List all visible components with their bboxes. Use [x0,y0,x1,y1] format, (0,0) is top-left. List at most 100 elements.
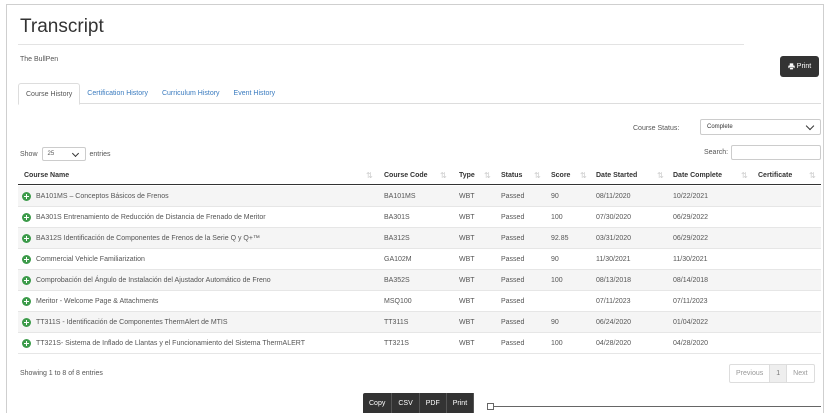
cell-date-complete: 10/22/2021 [673,193,709,200]
sort-icon[interactable]: ⇅ [580,171,587,180]
sort-icon[interactable]: ⇅ [534,171,541,180]
table-row[interactable]: BA312S Identificación de Componentes de … [18,228,821,249]
chevron-down-icon [805,121,815,131]
cell-type: WBT [459,319,475,326]
cell-date-started: 07/11/2023 [596,298,631,305]
cell-score: 92.85 [551,235,569,242]
table-row[interactable]: TT321S- Sistema de Inflado de Llantas y … [18,333,821,354]
column-header-certificate[interactable]: Certificate [758,165,792,185]
expand-row-icon[interactable] [22,339,31,348]
cell-status: Passed [501,298,525,305]
expand-row-icon[interactable] [22,318,31,327]
search-input[interactable] [731,145,821,160]
sort-icon[interactable]: ⇅ [741,171,748,180]
sort-icon[interactable]: ⇅ [366,171,373,180]
cell-date-complete: 01/04/2022 [673,319,709,326]
pdf-button[interactable]: PDF [419,393,447,413]
show-label: Show [20,150,38,158]
search-label: Search: [704,149,729,156]
cell-status: Passed [501,319,525,326]
expand-row-icon[interactable] [22,234,31,243]
cell-course-code: GA102M [384,256,412,263]
cell-status: Passed [501,340,525,347]
column-header-status[interactable]: Status [501,165,522,185]
cell-date-started: 06/24/2020 [596,319,632,326]
cell-status: Passed [501,256,525,263]
page-subtitle: The BullPen [20,56,59,63]
pagination-page-1[interactable]: 1 [770,365,788,382]
export-print-button[interactable]: Print [446,393,475,413]
cell-course-name: TT321S- Sistema de Inflado de Llantas y … [36,340,305,347]
page-length-control: Show 25 entries [20,147,111,161]
cell-score: 100 [551,277,563,284]
print-button-label: Print [796,63,812,70]
expand-row-icon[interactable] [22,276,31,285]
pagination-previous[interactable]: Previous [730,365,771,382]
column-header-date-started[interactable]: Date Started [596,165,637,185]
tab-curriculum-history[interactable]: Curriculum History [155,83,227,104]
tab-course-history[interactable]: Course History [18,83,81,105]
sort-icon[interactable]: ⇅ [657,171,664,180]
column-header-score[interactable]: Score [551,165,570,185]
tab-event-history[interactable]: Event History [227,83,283,104]
column-header-date-complete[interactable]: Date Complete [673,165,722,185]
expand-row-icon[interactable] [22,297,31,306]
table-row[interactable]: Meritor - Welcome Page & Attachments MSQ1… [18,291,821,312]
cell-course-name: BA301S Entrenamiento de Reducción de Dis… [36,214,266,221]
cell-score: 100 [551,214,563,221]
table-row[interactable]: TT311S - Identificación de Componentes T… [18,312,821,333]
cell-course-name: Meritor - Welcome Page & Attachments [36,298,159,305]
cell-type: WBT [459,214,475,221]
tab-certification-history[interactable]: Certification History [80,83,155,104]
csv-button[interactable]: CSV [392,393,420,413]
cell-type: WBT [459,277,475,284]
cell-score: 90 [551,193,559,200]
cell-score: 90 [551,319,559,326]
table-row[interactable]: Commercial Vehicle Familiarization GA102M… [18,249,821,270]
cell-date-complete: 07/11/2023 [673,298,708,305]
expand-row-icon[interactable] [22,192,31,201]
sort-icon[interactable]: ⇅ [484,171,491,180]
cell-course-name: TT311S - Identificación de Componentes T… [36,319,228,326]
sort-icon[interactable]: ⇅ [809,171,816,180]
cell-date-started: 08/11/2020 [596,193,631,200]
cell-course-code: BA312S [384,235,410,242]
export-button-bar: Copy CSV PDF Print [363,393,475,413]
column-header-course-code[interactable]: Course Code [384,165,428,185]
table-row[interactable]: Comprobación del Ángulo de Instalación d… [18,270,821,291]
printer-icon [788,63,795,70]
cell-course-code: BA301S [384,214,410,221]
cell-course-code: BA101MS [384,193,416,200]
table-row[interactable]: BA101MS – Conceptos Básicos de Frenos BA1… [18,186,821,207]
expand-row-icon[interactable] [22,213,31,222]
cell-type: WBT [459,256,475,263]
horizontal-scrollbar[interactable] [490,406,821,407]
cell-course-code: BA352S [384,277,410,284]
cell-course-code: TT321S [384,340,409,347]
page-title: Transcript [20,16,104,37]
sort-icon[interactable]: ⇅ [440,171,447,180]
cell-type: WBT [459,340,475,347]
cell-status: Passed [501,214,525,221]
course-status-select[interactable]: Complete [700,119,821,135]
chevron-down-icon [71,149,79,158]
title-divider [18,44,744,45]
cell-date-started: 07/30/2020 [596,214,632,221]
cell-course-code: MSQ100 [384,298,412,305]
scrollbar-thumb[interactable] [487,403,494,410]
pagination-next[interactable]: Next [787,365,813,382]
expand-row-icon[interactable] [22,255,31,264]
cell-date-started: 11/30/2021 [596,256,631,263]
cell-date-complete: 06/29/2022 [673,235,709,242]
page-length-select[interactable]: 25 [41,147,86,161]
cell-status: Passed [501,235,525,242]
cell-type: WBT [459,235,475,242]
column-header-type[interactable]: Type [459,165,475,185]
column-header-course-name[interactable]: Course Name [24,165,69,185]
copy-button[interactable]: Copy [363,393,393,413]
cell-course-code: TT311S [384,319,409,326]
table-row[interactable]: BA301S Entrenamiento de Reducción de Dis… [18,207,821,228]
entries-label: entries [89,150,111,158]
print-button[interactable]: Print [780,56,819,77]
cell-score: 100 [551,340,563,347]
